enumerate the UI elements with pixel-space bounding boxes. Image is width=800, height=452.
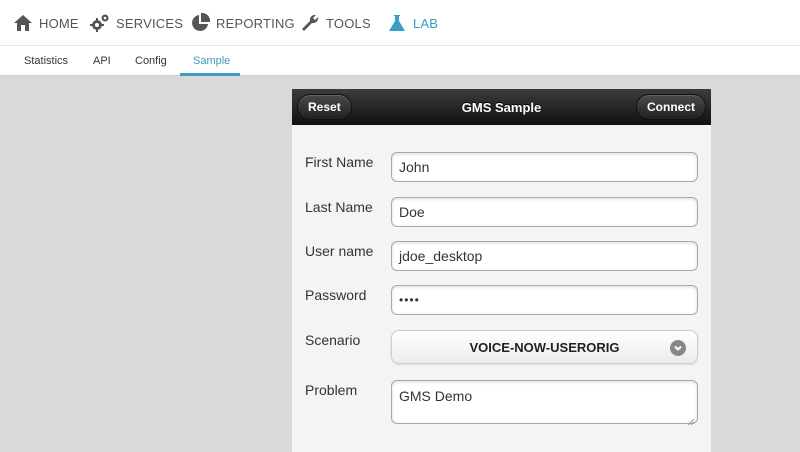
nav-home-label: HOME	[39, 15, 79, 31]
tab-sample[interactable]: Sample	[193, 46, 230, 75]
last-name-label: Last Name	[305, 199, 373, 215]
nav-reporting-label: REPORTING	[216, 15, 295, 31]
problem-label: Problem	[305, 382, 358, 398]
active-tab-indicator	[180, 73, 240, 76]
user-name-field[interactable]: jdoe_desktop	[391, 241, 698, 271]
gears-icon	[90, 13, 110, 33]
problem-value: GMS Demo	[399, 388, 473, 404]
panel-title: GMS Sample	[461, 99, 542, 115]
tab-api[interactable]: API	[93, 46, 111, 75]
nav-services[interactable]: SERVICES	[90, 0, 183, 46]
top-nav: HOME SERVICES REPORTING TOOLS LAB	[0, 0, 800, 46]
nav-lab-label: LAB	[413, 15, 439, 31]
nav-tools[interactable]: TOOLS	[300, 0, 371, 46]
flask-icon	[387, 13, 407, 33]
home-icon	[13, 13, 33, 33]
nav-tools-label: TOOLS	[326, 15, 371, 31]
sub-nav: Statistics API Config Sample	[0, 46, 800, 76]
tab-statistics[interactable]: Statistics	[24, 46, 68, 75]
gms-sample-panel: Reset GMS Sample Connect First Name John…	[292, 89, 711, 452]
password-label: Password	[305, 287, 367, 303]
last-name-field[interactable]: Doe	[391, 197, 698, 227]
first-name-field[interactable]: John	[391, 152, 698, 182]
first-name-label: First Name	[305, 154, 374, 170]
nav-home[interactable]: HOME	[13, 0, 79, 46]
scenario-label: Scenario	[305, 332, 361, 348]
connect-button[interactable]: Connect	[636, 94, 706, 120]
tab-config[interactable]: Config	[135, 46, 167, 75]
nav-reporting[interactable]: REPORTING	[190, 0, 295, 46]
password-field[interactable]: ••••	[391, 285, 698, 315]
reset-button[interactable]: Reset	[297, 94, 352, 120]
wrench-icon	[300, 13, 320, 33]
user-name-label: User name	[305, 243, 374, 259]
nav-lab[interactable]: LAB	[387, 0, 438, 46]
problem-textarea[interactable]: GMS Demo	[391, 380, 698, 426]
chevron-down-icon	[670, 340, 686, 356]
resize-grip-icon[interactable]	[687, 413, 695, 426]
nav-services-label: SERVICES	[116, 15, 184, 31]
scenario-select[interactable]: VOICE-NOW-USERORIG	[391, 330, 698, 364]
pie-chart-icon	[190, 12, 211, 33]
panel-header: Reset GMS Sample Connect	[292, 89, 711, 125]
scenario-value: VOICE-NOW-USERORIG	[469, 339, 620, 355]
